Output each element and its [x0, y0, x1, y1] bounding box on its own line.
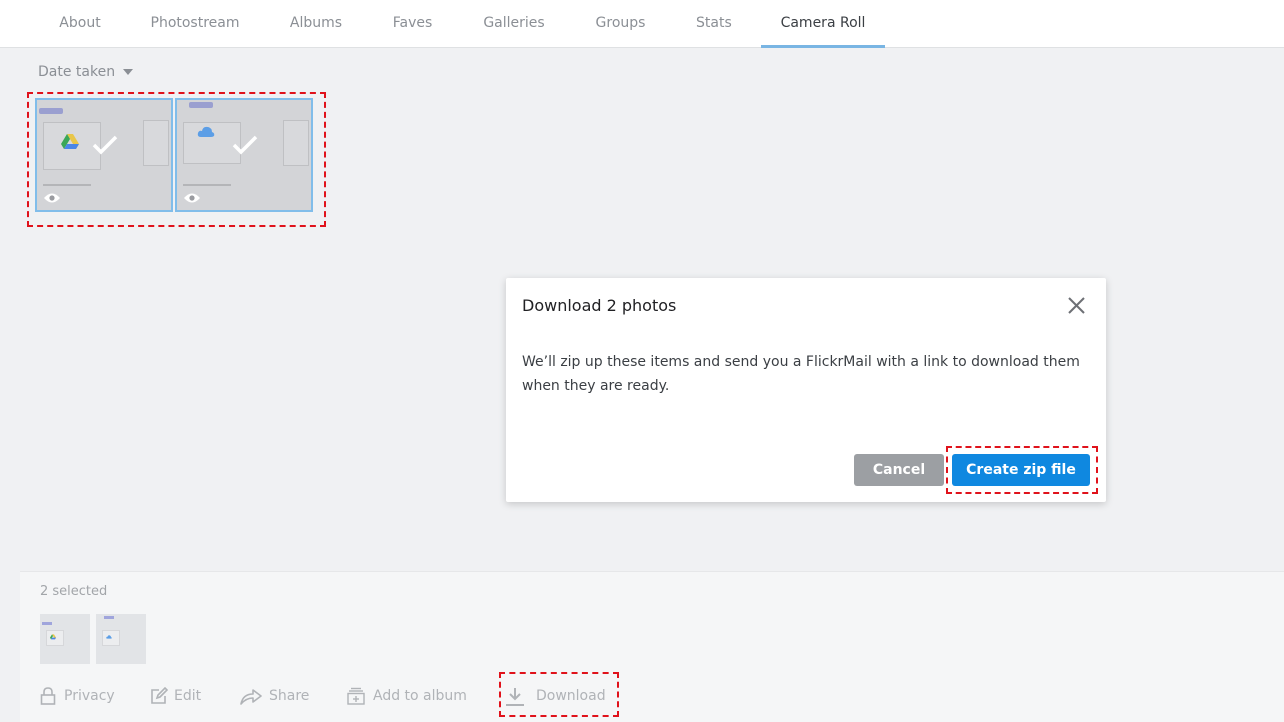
- dialog-title: Download 2 photos: [522, 296, 677, 315]
- selected-thumbnail[interactable]: [40, 614, 90, 664]
- active-tab-indicator: [761, 45, 885, 48]
- photo-tile[interactable]: [35, 98, 173, 212]
- download-label: Download: [536, 688, 606, 704]
- share-label: Share: [269, 688, 310, 704]
- cloud-icon: [197, 126, 215, 137]
- eye-icon[interactable]: [183, 192, 201, 204]
- download-dialog: Download 2 photos We’ll zip up these ite…: [506, 278, 1106, 502]
- tab-groups[interactable]: Groups: [594, 0, 647, 48]
- top-nav: About Photostream Albums Faves Galleries…: [0, 0, 1284, 48]
- dialog-message: We’ll zip up these items and send you a …: [522, 354, 1080, 394]
- sort-dropdown[interactable]: Date taken: [38, 64, 134, 80]
- add-to-album-label: Add to album: [373, 688, 467, 704]
- sort-label: Date taken: [38, 64, 116, 80]
- tab-camera-roll[interactable]: Camera Roll: [761, 0, 885, 48]
- tab-galleries[interactable]: Galleries: [483, 0, 545, 48]
- share-button[interactable]: Share: [240, 685, 330, 707]
- chevron-down-icon: [123, 69, 134, 75]
- create-zip-file-button[interactable]: Create zip file: [952, 454, 1090, 486]
- download-icon: [506, 688, 524, 706]
- share-icon: [240, 689, 262, 705]
- tab-photostream[interactable]: Photostream: [150, 0, 240, 48]
- selected-thumbnail[interactable]: [96, 614, 146, 664]
- privacy-button[interactable]: Privacy: [40, 685, 132, 707]
- privacy-label: Privacy: [64, 688, 115, 704]
- add-to-album-button[interactable]: Add to album: [347, 685, 467, 707]
- add-to-album-icon: [347, 687, 365, 705]
- checkmark-icon: [232, 135, 258, 155]
- tab-albums[interactable]: Albums: [289, 0, 343, 48]
- cancel-button[interactable]: Cancel: [854, 454, 944, 486]
- cloud-icon: [106, 635, 112, 639]
- google-drive-icon: [61, 134, 79, 149]
- close-icon[interactable]: [1068, 297, 1085, 314]
- photo-tile[interactable]: [175, 98, 313, 212]
- google-drive-icon: [50, 634, 56, 640]
- edit-label: Edit: [174, 688, 202, 704]
- eye-icon[interactable]: [43, 192, 61, 204]
- edit-button[interactable]: Edit: [150, 685, 222, 707]
- lock-icon: [40, 687, 56, 705]
- edit-icon: [151, 687, 168, 704]
- selected-count: 2 selected: [40, 584, 108, 599]
- tab-faves[interactable]: Faves: [391, 0, 434, 48]
- download-button[interactable]: Download: [506, 685, 606, 707]
- tab-about[interactable]: About: [58, 0, 102, 48]
- selection-bar: 2 selected Privacy Edit Share Add to alb…: [20, 571, 1284, 722]
- tab-stats[interactable]: Stats: [696, 0, 732, 48]
- checkmark-icon: [92, 135, 118, 155]
